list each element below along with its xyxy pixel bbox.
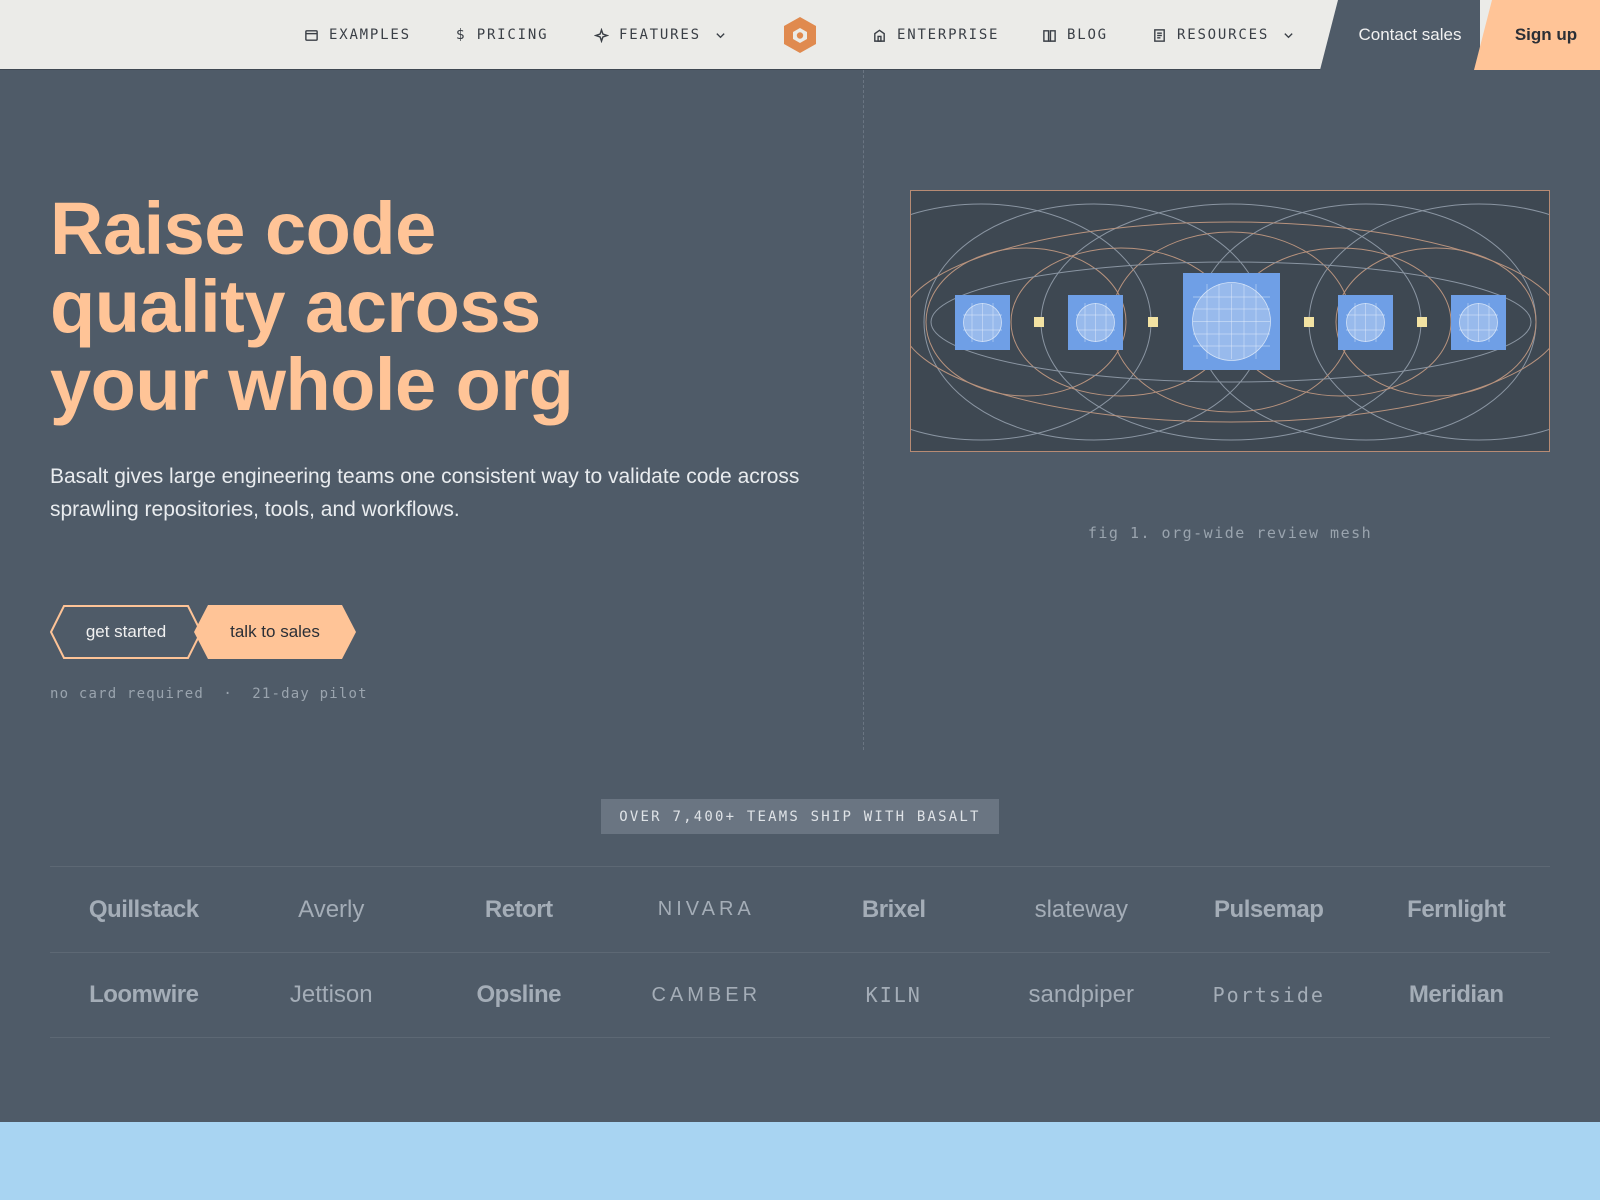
top-nav: EXAMPLES $ PRICING FEATURES ENTERPRISE B… [0,0,1600,70]
review-mesh-graphic [911,203,1549,441]
chevron-down-icon [1284,32,1293,38]
window-icon [305,29,318,41]
dollar-icon: $ [456,27,467,43]
nav-features[interactable]: FEATURES [594,0,726,70]
nav-enterprise-label: ENTERPRISE [897,27,1000,43]
sign-up-button[interactable]: Sign up [1474,0,1600,70]
customer-logo: Fernlight [1407,895,1506,923]
hero-note: no card required · 21-day pilot [50,686,368,702]
nav-blog-label: BLOG [1067,27,1108,43]
customer-logo-grid: Quillstack Averly Retort NIVARA Brixel s… [50,866,1550,1038]
nav-blog[interactable]: BLOG [1042,0,1108,70]
customer-logo: Loomwire [89,981,199,1008]
customer-logo: NIVARA [657,898,755,920]
customer-logo: slateway [1034,895,1128,923]
book-icon [1043,29,1056,42]
chevron-down-icon [716,32,725,38]
logo-row: Quillstack Averly Retort NIVARA Brixel s… [50,866,1550,952]
customer-logo: Retort [484,895,553,923]
get-started-button[interactable]: get started [50,605,202,659]
hexagon-logo-icon[interactable] [782,16,818,54]
hero-title-line: Raise code [50,187,436,270]
nav-pricing-label: PRICING [476,27,549,43]
customer-logo: Jettison [289,981,373,1008]
hero-title: Raise code quality across your whole org [50,190,810,424]
hero-subtitle: Basalt gives large engineering teams one… [50,465,800,521]
building-icon [874,28,885,42]
next-section-band [0,1122,1600,1200]
nav-examples[interactable]: EXAMPLES [304,0,411,70]
nav-examples-label: EXAMPLES [329,27,411,43]
review-mesh-figure [910,190,1550,452]
nav-resources-label: RESOURCES [1177,27,1270,43]
customer-logo: CAMBER [651,983,762,1006]
talk-to-sales-button[interactable]: talk to sales [194,605,356,659]
customer-count-badge: OVER 7,400+ TEAMS SHIP WITH BASALT [601,799,999,834]
customer-logo: sandpiper [1028,981,1134,1008]
section-divider [863,70,864,750]
nav-pricing[interactable]: $ PRICING [456,0,548,70]
customer-logo: Opsline [476,981,562,1008]
customer-logo: Meridian [1408,981,1504,1008]
hero-title-line: your whole org [50,343,574,426]
figure-caption: fig 1. org-wide review mesh [1087,524,1373,542]
get-started-label: get started [85,622,167,641]
hero-title-line: quality across [50,265,541,348]
nav-resources[interactable]: RESOURCES [1152,0,1294,70]
customer-logo: Portside [1212,983,1325,1007]
nav-features-label: FEATURES [619,27,701,43]
customer-logo: KILN [865,983,922,1007]
contact-sales-button[interactable]: Contact sales [1320,0,1480,70]
logo-row: Loomwire Jettison Opsline CAMBER KILN sa… [50,952,1550,1038]
customer-logo: Averly [298,895,365,923]
document-icon [1154,28,1165,42]
nav-enterprise[interactable]: ENTERPRISE [872,0,999,70]
talk-to-sales-label: talk to sales [230,622,320,641]
customer-logo: Brixel [861,895,926,923]
customer-logo: Pulsemap [1214,895,1324,923]
customer-logo: Quillstack [88,895,199,923]
sparkle-icon [594,27,609,43]
